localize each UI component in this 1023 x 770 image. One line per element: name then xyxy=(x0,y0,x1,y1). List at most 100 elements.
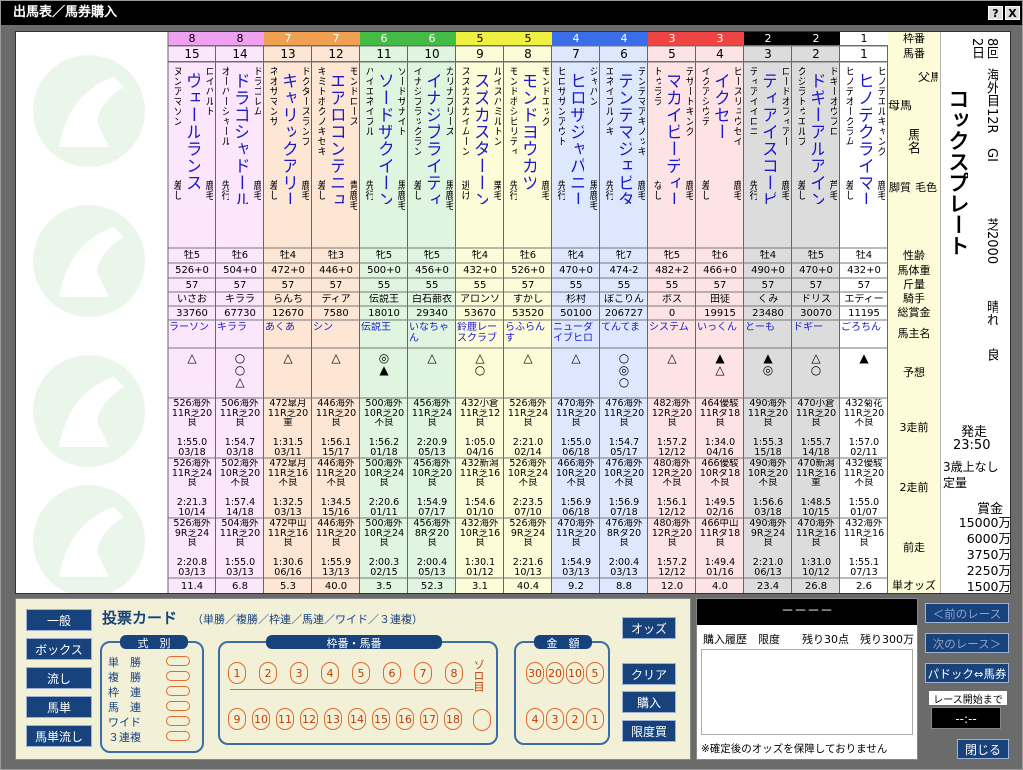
bet-type-toggle[interactable] xyxy=(166,716,190,726)
ticket-subtitle: （単勝／複勝／枠連／馬連／ワイド／３連複） xyxy=(192,613,423,626)
row-label: 馬番 xyxy=(903,47,925,60)
amount-oval[interactable] xyxy=(546,662,564,684)
race-condition: 3歳上なし xyxy=(943,460,999,474)
horse-number-oval[interactable] xyxy=(444,708,462,730)
row-label: 総賞金 xyxy=(897,306,931,319)
countdown-value: --:-- xyxy=(931,707,1001,729)
bet-type-label: 枠 連 xyxy=(108,686,141,699)
prize-list: 15000万 6000万 3750万 2250万 1500万 xyxy=(949,515,1011,593)
buy-button[interactable]: 購入 xyxy=(622,691,676,713)
paddock-toggle-button[interactable]: パドック⇔馬券 xyxy=(925,663,1009,683)
horse-number-oval[interactable] xyxy=(290,662,308,684)
mode-button[interactable]: 流し xyxy=(26,667,92,689)
start-time: 23:50 xyxy=(953,438,991,453)
row-label: 前走 xyxy=(903,541,925,554)
race-course: 芝2000 xyxy=(985,218,998,265)
bet-type-toggle[interactable] xyxy=(166,671,190,681)
window-close-button[interactable]: X xyxy=(1005,6,1020,20)
bet-type-toggle[interactable] xyxy=(166,701,190,711)
mode-button[interactable]: 馬単流し xyxy=(26,725,92,747)
row-label: 性齢 xyxy=(903,249,925,262)
horse-number-oval[interactable] xyxy=(324,708,342,730)
row-label: 母馬 xyxy=(888,100,912,111)
countdown-label: レース開始まで xyxy=(929,691,1007,706)
race-grade: GI xyxy=(985,148,998,162)
limit-buy-button[interactable]: 限度買 xyxy=(622,720,676,742)
history-header: 購入履歴 限度 残り30点 残り300万 xyxy=(703,633,914,646)
ticket-title: 投票カード xyxy=(102,609,178,627)
ticket-panel: 一般ボックス流し馬単馬単流し 投票カード （単勝／複勝／枠連／馬連／ワイド／３連… xyxy=(15,598,691,760)
amount-oval[interactable] xyxy=(586,662,604,684)
mode-button[interactable]: 馬単 xyxy=(26,696,92,718)
horse-number-oval[interactable] xyxy=(396,708,414,730)
row-label: 馬体重 xyxy=(897,264,931,277)
row-label: 馬名 xyxy=(906,128,919,154)
race-weather: 晴れ xyxy=(985,300,998,326)
bet-type-label: 式 別 xyxy=(120,635,188,650)
horse-number-oval[interactable] xyxy=(252,708,270,730)
amount-label: 金 額 xyxy=(534,635,592,650)
help-button[interactable]: ? xyxy=(988,6,1003,20)
bet-type-label: 馬 連 xyxy=(108,701,141,714)
horse-number-oval[interactable] xyxy=(352,662,370,684)
row-label: 斤量 xyxy=(903,278,925,291)
bet-type-toggle[interactable] xyxy=(166,731,190,741)
horse-number-oval[interactable] xyxy=(276,708,294,730)
zoro-toggle[interactable] xyxy=(473,709,491,731)
horse-number-oval[interactable] xyxy=(383,662,401,684)
horse-number-oval[interactable] xyxy=(300,708,318,730)
row-label: 脚質 xyxy=(889,182,911,193)
bet-type-label: 単 勝 xyxy=(108,656,141,669)
amount-oval[interactable] xyxy=(526,708,544,730)
amount-oval[interactable] xyxy=(566,662,584,684)
amount-oval[interactable] xyxy=(546,708,564,730)
title-bar: 出馬表／馬券購入 ? X xyxy=(1,1,1022,25)
row-label: 予想 xyxy=(903,366,925,379)
horse-number-oval[interactable] xyxy=(228,708,246,730)
bet-type-label: ３連複 xyxy=(108,731,141,744)
row-label: 騎手 xyxy=(903,292,925,305)
race-day: 2日 xyxy=(970,38,983,60)
horse-number-oval[interactable] xyxy=(259,662,277,684)
bet-type-label: ワイド xyxy=(108,716,141,729)
main-window: 出馬表／馬券購入 ? X 8 15 ロイバルト ヌンアマソン ヴェールランス 差し 鹿毛 牡5… xyxy=(0,0,1023,770)
odds-button[interactable]: オッズ xyxy=(622,617,676,639)
zoro-label: ゾロ目 xyxy=(473,659,484,692)
row-label: 父馬 xyxy=(918,72,938,83)
horse-number-oval[interactable] xyxy=(321,662,339,684)
amount-oval[interactable] xyxy=(566,708,584,730)
row-divider xyxy=(230,689,474,690)
horse-number-oval[interactable] xyxy=(414,662,432,684)
race-ground: 良 xyxy=(985,348,998,361)
close-button[interactable]: 閉じる xyxy=(957,739,1009,759)
horse-number-oval[interactable] xyxy=(372,708,390,730)
bet-type-toggle[interactable] xyxy=(166,656,190,666)
race-name: コックスプレート xyxy=(947,88,968,256)
horse-number-oval[interactable] xyxy=(420,708,438,730)
next-race-button[interactable]: 次のレース＞ xyxy=(925,633,1009,653)
history-panel: －－－－ 購入履歴 限度 残り30点 残り300万 ※確定後のオッズを保障してお… xyxy=(696,598,918,760)
mode-button[interactable]: 一般 xyxy=(26,609,92,631)
row-label: 毛色 xyxy=(915,182,937,193)
prev-race-button[interactable]: ＜前のレース xyxy=(925,603,1009,623)
bet-type-label: 複 勝 xyxy=(108,671,141,684)
horse-number-oval[interactable] xyxy=(228,662,246,684)
prize-value: 3750万 xyxy=(966,547,1011,562)
amount-oval[interactable] xyxy=(526,662,544,684)
mode-button[interactable]: ボックス xyxy=(26,638,92,660)
prize-value: 15000万 xyxy=(958,515,1011,530)
prize-value: 2250万 xyxy=(966,563,1011,578)
race-place: 海外目 xyxy=(985,68,998,107)
row-label: 馬主名 xyxy=(897,327,931,340)
race-number: 12R xyxy=(985,108,998,134)
race-card: 8 15 ロイバルト ヌンアマソン ヴェールランス 差し 鹿毛 牡5 526+0 57 いさお 337… xyxy=(15,31,1011,594)
row-label: 枠番 xyxy=(903,32,925,45)
history-note: ※確定後のオッズを保障しておりません xyxy=(701,743,888,755)
amount-oval[interactable] xyxy=(586,708,604,730)
bet-type-toggle[interactable] xyxy=(166,686,190,696)
horse-number-oval[interactable] xyxy=(348,708,366,730)
history-list[interactable] xyxy=(701,649,913,735)
clear-button[interactable]: クリア xyxy=(622,663,676,685)
horse-number-oval[interactable] xyxy=(445,662,463,684)
race-info: 8回 2日 海外目 12R GI コックスプレート 芝2000 晴れ 良 発走 … xyxy=(941,38,1011,593)
